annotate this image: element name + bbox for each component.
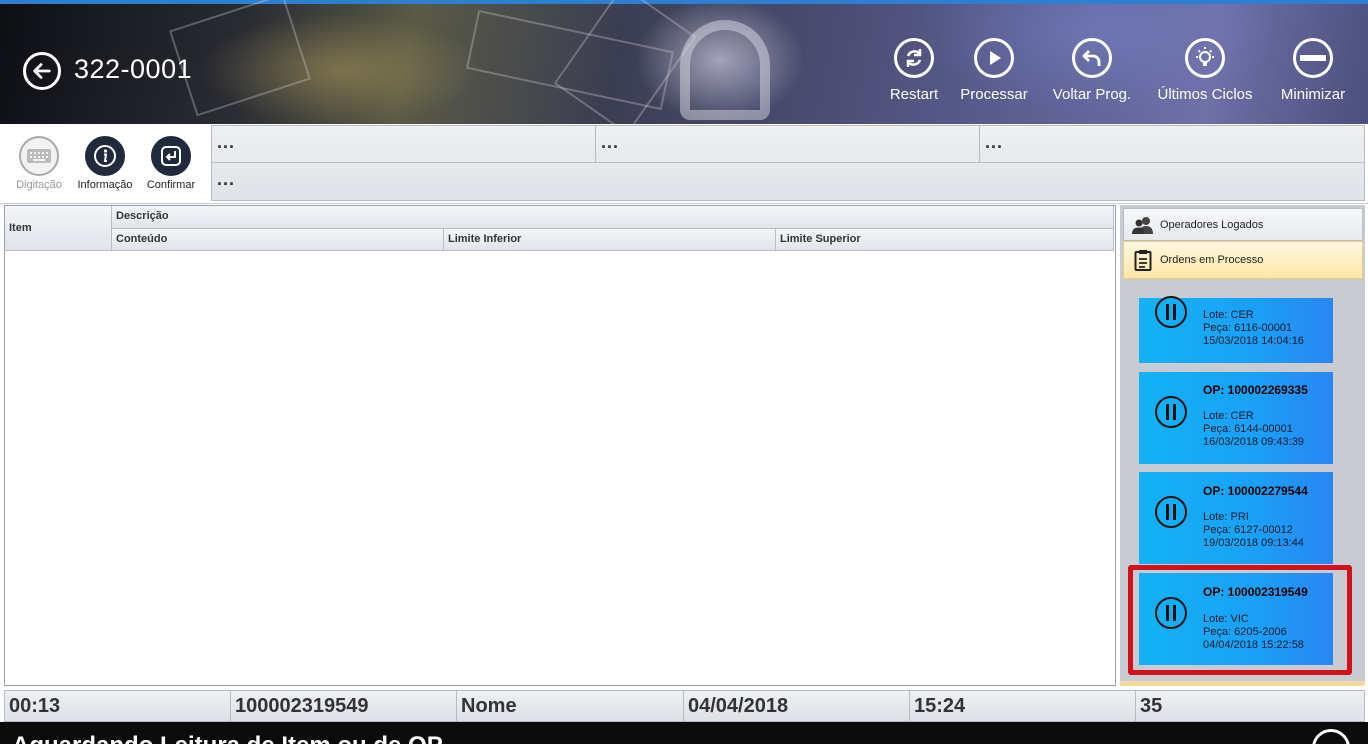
ultimos-ciclos-label: Últimos Ciclos	[1157, 86, 1253, 103]
order-peca: Peça: 6127-00012	[1203, 524, 1293, 536]
restart-icon	[894, 38, 934, 78]
order-lote: Lote: CER	[1203, 410, 1254, 422]
enter-icon	[151, 136, 191, 176]
tab-operadores-label: Operadores Logados	[1160, 218, 1264, 231]
order-card-selected[interactable]: OP: 100002319549 Lote: VIC Peça: 6205-20…	[1139, 573, 1333, 665]
order-datetime: 16/03/2018 09:43:39	[1203, 436, 1304, 448]
order-peca: Peça: 6116-00001	[1203, 322, 1293, 334]
confirmar-button[interactable]: Confirmar	[137, 136, 205, 196]
header-banner: 322-0001 Restart Processar Voltar Prog. …	[0, 0, 1368, 124]
status-elapsed-time: 00:13	[5, 691, 231, 721]
status-operator-name: Nome	[457, 691, 684, 721]
column-header-descricao[interactable]: Descrição	[112, 206, 1114, 229]
tab-operadores-logados[interactable]: Operadores Logados	[1123, 208, 1363, 241]
order-datetime: 19/03/2018 09:13:44	[1203, 537, 1304, 549]
order-datetime: 15/03/2018 14:04:16	[1203, 335, 1304, 347]
header-accent-line	[0, 0, 1368, 4]
voltar-prog-button[interactable]: Voltar Prog.	[1037, 38, 1147, 108]
info-grid: ... ... ... ...	[211, 125, 1365, 201]
confirmar-label: Confirmar	[146, 179, 196, 191]
order-lote: Lote: VIC	[1203, 613, 1249, 625]
data-grid[interactable]: Item Descrição Conteúdo Limite Inferior …	[4, 205, 1116, 686]
play-icon	[974, 38, 1014, 78]
column-header-limite-inferior[interactable]: Limite Inferior	[444, 229, 776, 251]
order-datetime: 04/04/2018 15:22:58	[1203, 639, 1304, 651]
arrow-left-icon	[33, 63, 51, 79]
status-op-number: 100002319549	[231, 691, 457, 721]
info-cell: ...	[596, 126, 980, 163]
app-window: 322-0001 Restart Processar Voltar Prog. …	[0, 0, 1368, 744]
order-op: OP: 100002279544	[1203, 484, 1308, 498]
orders-bottom-edge	[1120, 681, 1365, 686]
voltar-prog-label: Voltar Prog.	[1052, 86, 1132, 103]
status-bar: 00:13 100002319549 Nome 04/04/2018 15:24…	[4, 690, 1365, 722]
informacao-button[interactable]: Informação	[71, 136, 139, 196]
message-bar: Aguardando Leitura de Item ou de OP	[0, 722, 1368, 744]
tab-ordens-label: Ordens em Processo	[1160, 254, 1264, 266]
users-icon	[1132, 214, 1154, 236]
minimizar-button[interactable]: Minimizar	[1258, 38, 1368, 108]
info-cell: ...	[980, 126, 1364, 163]
pause-icon	[1155, 296, 1187, 328]
back-button[interactable]	[23, 52, 61, 90]
status-date: 04/04/2018	[684, 691, 910, 721]
status-time: 15:24	[910, 691, 1136, 721]
tab-ordens-em-processo[interactable]: Ordens em Processo	[1123, 241, 1363, 279]
order-peca: Peça: 6205-2006	[1203, 626, 1287, 638]
ultimos-ciclos-button[interactable]: Últimos Ciclos	[1150, 38, 1260, 108]
order-peca: Peça: 6144-00001	[1203, 423, 1293, 435]
banner-decoration	[553, 0, 697, 124]
info-cell: ...	[217, 169, 236, 189]
order-card[interactable]: OP: 100002279544 Lote: PRI Peça: 6127-00…	[1139, 472, 1333, 564]
banner-decoration	[680, 20, 770, 120]
pause-icon	[1155, 597, 1187, 629]
toolbar: Digitação Informação Confirmar ... ... .…	[0, 124, 1368, 204]
pause-icon	[1155, 396, 1187, 428]
orders-list[interactable]: Lote: CER Peça: 6116-00001 15/03/2018 14…	[1120, 281, 1365, 686]
keyboard-icon	[19, 136, 59, 176]
order-op: OP: 100002269335	[1203, 383, 1308, 397]
status-count: 35	[1140, 695, 1163, 717]
order-op: OP: 100002319549	[1203, 585, 1308, 599]
info-cell: ...	[212, 126, 596, 163]
machine-id: 322-0001	[74, 54, 193, 84]
digitacao-button[interactable]: Digitação	[5, 136, 73, 196]
minimizar-label: Minimizar	[1280, 86, 1346, 103]
order-card[interactable]: OP: 100002269335 Lote: CER Peça: 6144-00…	[1139, 372, 1333, 464]
order-lote: Lote: CER	[1203, 309, 1254, 321]
clipboard-icon	[1132, 249, 1154, 271]
column-header-item[interactable]: Item	[5, 206, 112, 251]
side-panel: Operadores Logados Ordens em Processo Lo…	[1120, 205, 1365, 686]
message-text: Aguardando Leitura de Item ou de OP	[12, 732, 443, 744]
info-icon	[85, 136, 125, 176]
minus-icon	[1293, 38, 1333, 78]
column-header-conteudo[interactable]: Conteúdo	[112, 229, 444, 251]
processar-button[interactable]: Processar	[939, 38, 1049, 108]
processar-label: Processar	[960, 86, 1028, 103]
order-lote: Lote: PRI	[1203, 511, 1249, 523]
message-action-icon[interactable]	[1312, 729, 1350, 744]
pause-icon	[1155, 496, 1187, 528]
lightbulb-icon	[1185, 38, 1225, 78]
undo-icon	[1072, 38, 1112, 78]
column-header-limite-superior[interactable]: Limite Superior	[776, 229, 1114, 251]
order-card[interactable]: Lote: CER Peça: 6116-00001 15/03/2018 14…	[1139, 296, 1333, 363]
